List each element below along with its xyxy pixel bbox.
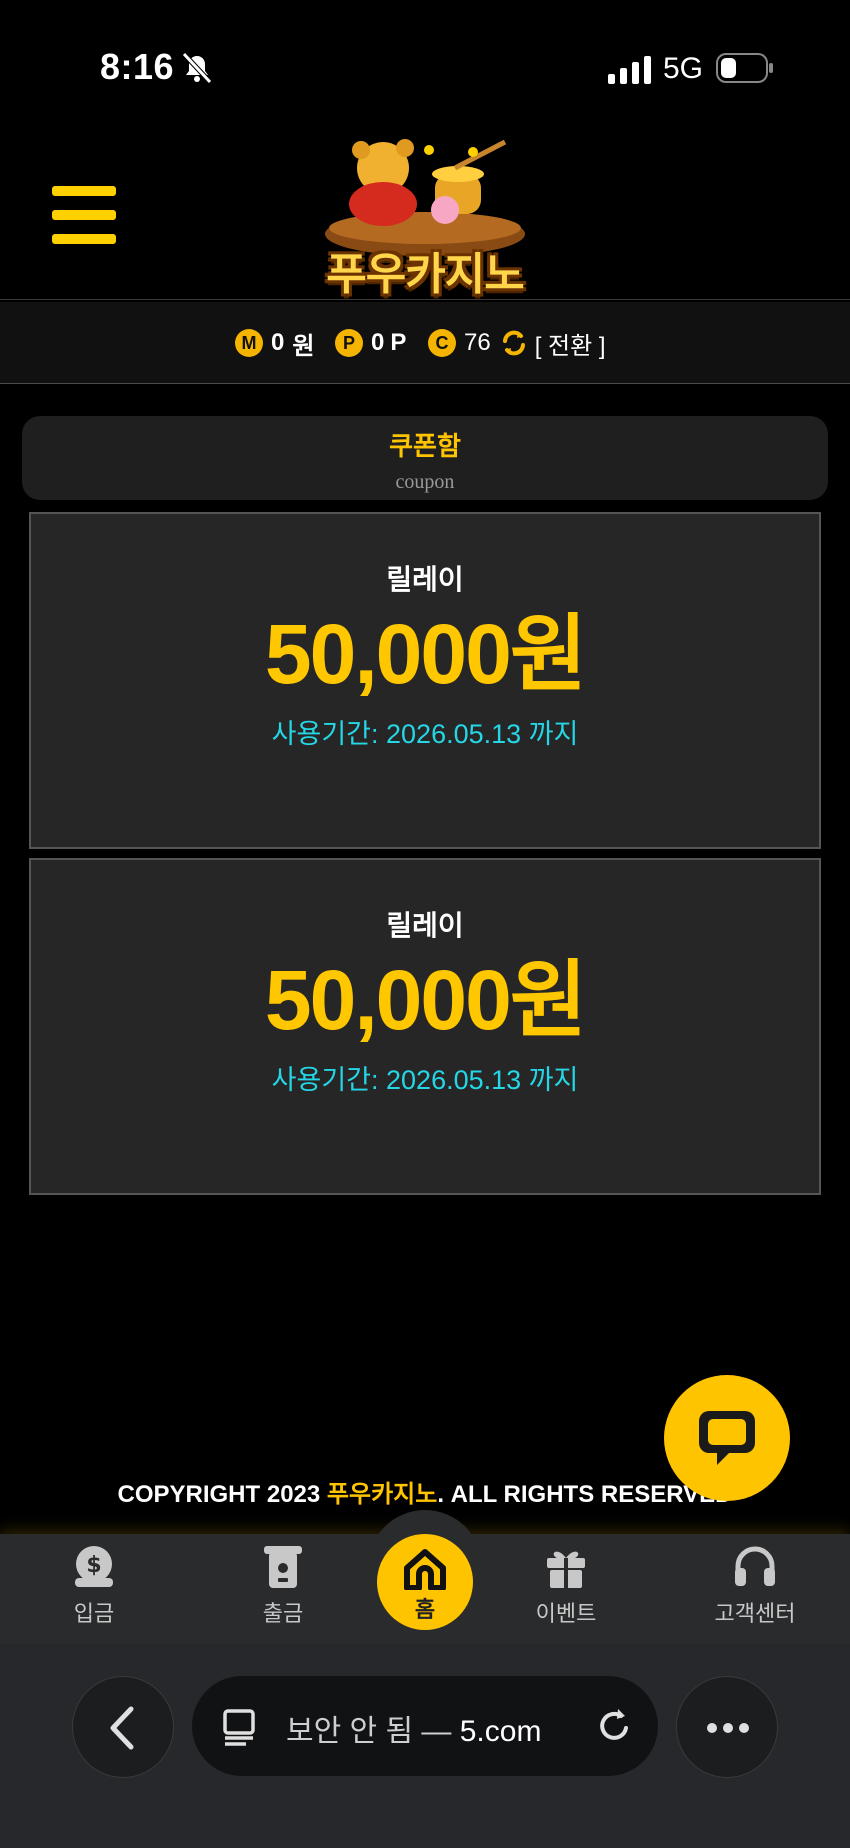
browser-toolbar: 보안 안 됨 — 5.com xyxy=(0,1644,850,1848)
reload-icon[interactable] xyxy=(594,1706,634,1746)
coupon-name: 릴레이 xyxy=(386,564,464,595)
nav-withdraw[interactable]: 출금 xyxy=(223,1544,343,1628)
nav-support-label: 고객센터 xyxy=(714,1601,796,1626)
coupon-box-tab[interactable]: 쿠폰함 coupon xyxy=(22,416,828,500)
nav-event[interactable]: 이벤트 xyxy=(506,1544,626,1628)
url-text: 보안 안 됨 — 5.com xyxy=(286,1706,541,1750)
money-badge-icon: M xyxy=(235,329,263,357)
status-bar: 8:16 5G xyxy=(0,0,850,130)
home-icon xyxy=(404,1549,446,1590)
coin-value: 76 xyxy=(464,329,491,356)
money-value: 0 xyxy=(271,329,285,356)
signal-icon xyxy=(608,56,651,84)
battery-icon xyxy=(716,53,773,83)
svg-text:$: $ xyxy=(86,1553,101,1578)
copyright-prefix: COPYRIGHT 2023 xyxy=(117,1481,327,1508)
money-unit: 원 xyxy=(292,332,315,360)
address-bar[interactable]: 보안 안 됨 — 5.com xyxy=(192,1676,658,1776)
nav-support[interactable]: 고객센터 xyxy=(695,1544,815,1628)
nav-event-label: 이벤트 xyxy=(535,1601,597,1626)
nav-deposit-label: 입금 xyxy=(73,1601,115,1626)
coupon-tab-subtitle: coupon xyxy=(395,471,455,493)
coupon-amount: 50,000원 xyxy=(264,953,587,1047)
coupon-expiry: 사용기간: 2026.05.13 까지 xyxy=(271,1065,579,1095)
nav-withdraw-label: 출금 xyxy=(262,1601,304,1626)
menu-button[interactable] xyxy=(52,186,116,244)
url-security-label: 보안 안 됨 — xyxy=(286,1715,460,1748)
point-value: 0 xyxy=(371,329,385,356)
coupon-name: 릴레이 xyxy=(386,910,464,941)
point-balance: P 0 P xyxy=(335,326,406,360)
logo-text: 푸우카지노 xyxy=(326,250,524,299)
browser-more-button[interactable] xyxy=(676,1676,778,1778)
gift-icon xyxy=(547,1551,585,1588)
money-bag-icon: $ xyxy=(75,1546,113,1587)
coin-balance: C 76 [ 전환 ] xyxy=(428,326,606,360)
network-type: 5G xyxy=(663,52,704,85)
money-balance: M 0 원 xyxy=(235,326,314,360)
site-header: 푸우카지노 xyxy=(0,130,850,300)
chat-bubble-icon xyxy=(699,1411,755,1465)
site-logo[interactable]: 푸우카지노 xyxy=(305,138,545,299)
status-time: 8:16 xyxy=(100,46,175,87)
nav-home-label: 홈 xyxy=(414,1597,436,1622)
convert-button[interactable]: [ 전환 ] xyxy=(535,326,606,361)
headset-icon xyxy=(735,1546,775,1586)
url-domain: 5.com xyxy=(459,1715,542,1748)
chat-button[interactable] xyxy=(664,1375,790,1501)
ellipsis-icon xyxy=(707,1723,749,1733)
nav-home[interactable]: 홈 xyxy=(377,1534,473,1630)
browser-back-button[interactable] xyxy=(72,1676,174,1778)
point-unit: P xyxy=(390,329,407,356)
tabs-icon xyxy=(223,1709,255,1746)
coupon-amount: 50,000원 xyxy=(264,607,587,701)
coin-badge-icon: C xyxy=(428,329,456,357)
coupon-expiry: 사용기간: 2026.05.13 까지 xyxy=(271,719,579,749)
copyright-brand: 푸우카지노 xyxy=(326,1481,438,1508)
nav-deposit[interactable]: $ 입금 xyxy=(34,1544,154,1628)
atm-icon xyxy=(264,1546,302,1588)
bell-off-icon xyxy=(182,52,212,84)
coupon-card[interactable]: 릴레이 50,000원 사용기간: 2026.05.13 까지 xyxy=(29,512,821,849)
coupon-tab-title: 쿠폰함 xyxy=(389,431,461,461)
chevron-left-icon xyxy=(110,1706,134,1750)
point-badge-icon: P xyxy=(335,329,363,357)
refresh-icon[interactable] xyxy=(499,328,529,358)
coupon-card[interactable]: 릴레이 50,000원 사용기간: 2026.05.13 까지 xyxy=(29,858,821,1195)
balance-bar: M 0 원 P 0 P C 76 [ 전환 ] xyxy=(0,302,850,384)
